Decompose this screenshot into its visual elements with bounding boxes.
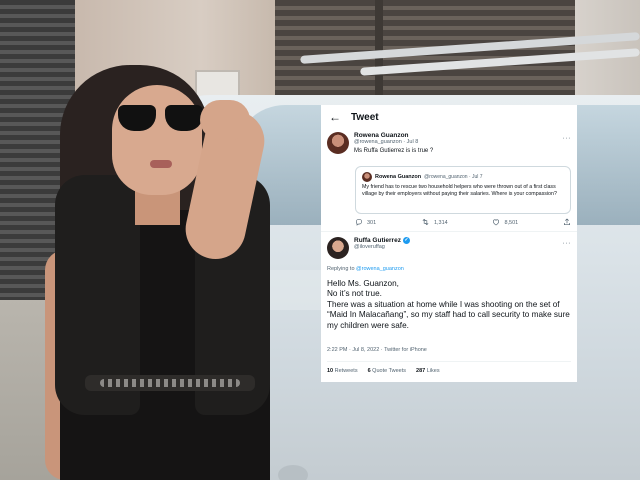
likes-stat[interactable]: 287 Likes xyxy=(416,368,440,374)
retweet-icon xyxy=(421,218,430,228)
retweets-label: Retweets xyxy=(333,368,358,374)
reply-text: Hello Ms. Guanzon, No it’s not true. The… xyxy=(327,279,573,331)
verified-badge-icon: ✓ xyxy=(402,237,410,244)
tweet-text: Ms Ruffa Gutierrez is is true ? xyxy=(354,148,434,154)
reply-line-1: Hello Ms. Guanzon, xyxy=(327,279,399,288)
likes-label: Likes xyxy=(425,368,440,374)
replying-prefix: Replying to xyxy=(327,266,357,272)
likes-count: 287 xyxy=(416,368,426,374)
quoted-text: My friend has to rescue two household he… xyxy=(362,184,557,198)
avatar[interactable] xyxy=(327,132,349,154)
author-handle[interactable]: @iloveruffag xyxy=(354,244,410,250)
quotes-label: Quote Tweets xyxy=(370,368,407,374)
reply-tweet-author[interactable]: Ruffa Gutierrez ✓ @iloveruffag ··· xyxy=(327,237,571,259)
avatar xyxy=(362,172,372,182)
tweet-actions: 301 1,314 8,501 xyxy=(355,218,571,228)
share-button[interactable] xyxy=(563,218,571,228)
woman-lips xyxy=(150,160,172,168)
page-title: Tweet xyxy=(351,111,379,123)
reply-button[interactable]: 301 xyxy=(355,218,376,228)
more-options-icon[interactable]: ··· xyxy=(563,240,572,247)
reply-line-2: No it’s not true. xyxy=(327,289,382,299)
tweet-timestamp[interactable]: 2:22 PM · Jul 8, 2022 · Twitter for iPho… xyxy=(327,347,427,353)
quoted-tweet[interactable]: Rowena Guanzon @rowena_guanzon · Jul 7 M… xyxy=(355,166,571,214)
belt-embellishment xyxy=(100,379,240,387)
like-button[interactable]: 8,501 xyxy=(492,218,518,228)
original-tweet[interactable]: Rowena Guanzon @rowena_guanzon · Jul 8 ·… xyxy=(327,132,571,154)
reply-line-3: There was a situation at home while I wa… xyxy=(327,299,570,330)
avatar[interactable] xyxy=(327,237,349,259)
quoted-author-name: Rowena Guanzon xyxy=(375,174,422,180)
author-handle-date: @rowena_guanzon · Jul 8 xyxy=(354,139,419,145)
back-arrow-icon[interactable]: ← xyxy=(329,110,351,124)
tweet-card: ← Tweet Rowena Guanzon @rowena_guanzon ·… xyxy=(321,105,577,382)
divider xyxy=(321,231,577,232)
author-name[interactable]: Rowena Guanzon xyxy=(354,132,418,139)
retweets-stat[interactable]: 10 Retweets xyxy=(327,368,358,374)
replying-to: Replying to @rowena_guanzon xyxy=(327,266,404,272)
like-count: 8,501 xyxy=(504,220,519,226)
replying-to-link[interactable]: @rowena_guanzon xyxy=(356,266,404,272)
tweet-stats: 10 Retweets 6 Quote Tweets 287 Likes xyxy=(327,368,440,374)
reply-count: 301 xyxy=(367,220,377,226)
car-emblem xyxy=(278,465,308,480)
tweet-header: ← Tweet xyxy=(321,105,577,129)
quoted-handle-date: @rowena_guanzon · Jul 7 xyxy=(424,174,483,180)
retweet-button[interactable]: 1,314 xyxy=(421,218,448,228)
sunglasses-icon xyxy=(165,105,203,131)
divider xyxy=(327,361,571,362)
quote-tweets-stat[interactable]: 6 Quote Tweets xyxy=(368,368,406,374)
reply-icon xyxy=(355,218,363,228)
retweet-count: 1,314 xyxy=(433,220,448,226)
woman-face xyxy=(112,85,202,195)
woman-hand xyxy=(200,100,250,140)
heart-icon xyxy=(492,218,500,228)
author-name[interactable]: Ruffa Gutierrez xyxy=(354,237,401,244)
more-options-icon[interactable]: ··· xyxy=(563,135,572,142)
share-icon xyxy=(563,218,571,228)
sunglasses-icon xyxy=(118,105,156,131)
